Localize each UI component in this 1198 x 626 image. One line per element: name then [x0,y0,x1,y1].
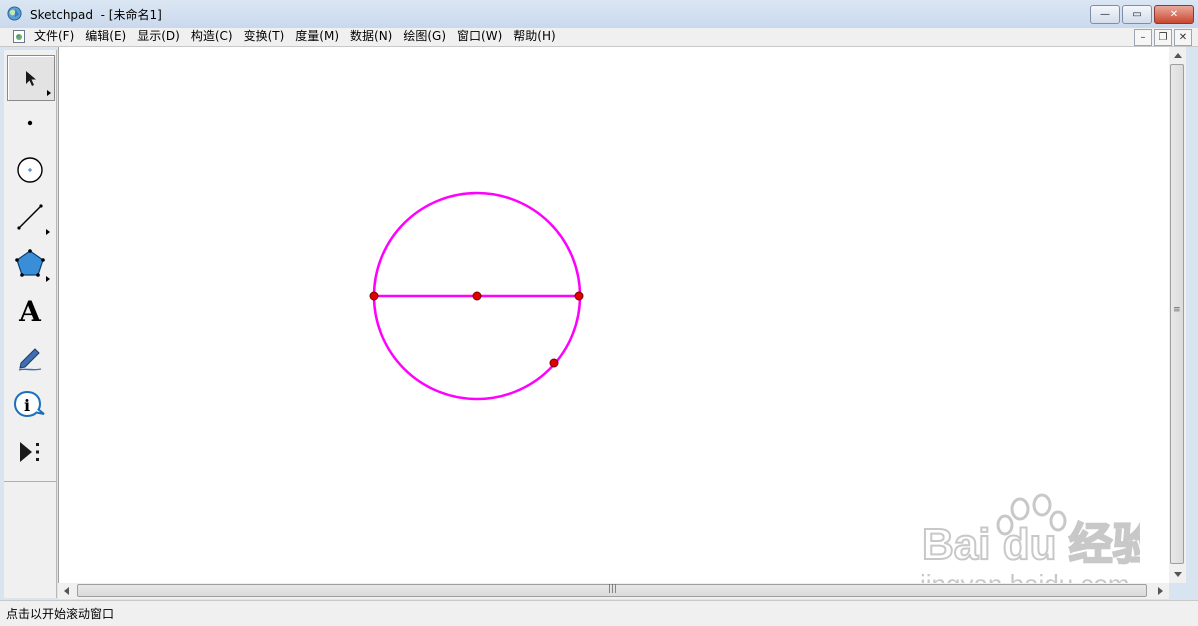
horizontal-scrollbar[interactable]: ||| [58,583,1169,599]
menu-window[interactable]: 窗口(W) [457,29,502,44]
scroll-up-icon[interactable] [1174,53,1182,58]
text-tool[interactable]: A [7,289,53,333]
arrow-tool[interactable] [7,55,55,101]
watermark-brand: Bai du 经验 [922,520,1140,569]
custom-tool-icon [20,442,39,462]
document-icon[interactable] [13,30,25,43]
menu-bar: 文件(F) 编辑(E) 显示(D) 构造(C) 变换(T) 度量(M) 数据(N… [0,28,1198,47]
endpoint-right[interactable] [574,291,584,301]
submenu-indicator-icon [47,90,51,96]
grip-icon: ||| [608,584,618,594]
straightedge-tool-icon [17,204,43,230]
window-title: Sketchpad - [未命名1] [30,8,162,22]
marker-tool-icon [18,348,42,371]
menu-file[interactable]: 文件(F) [34,29,74,44]
status-text: 点击以开始滚动窗口 [6,607,115,621]
toolbox: A i [4,50,57,598]
point-tool-icon [27,120,33,126]
scroll-left-icon[interactable] [64,587,69,595]
arrow-tool-icon [26,71,36,86]
menu-construct[interactable]: 构造(C) [191,29,233,44]
close-button[interactable]: ✕ [1154,5,1194,24]
minimize-button[interactable]: — [1090,5,1120,24]
doc-restore-button[interactable]: ❐ [1154,29,1172,46]
status-bar: 点击以开始滚动窗口 [0,600,1198,626]
point-tool[interactable] [7,101,53,145]
toolbox-divider [4,481,56,482]
scroll-down-icon[interactable] [1174,572,1182,577]
polygon-tool[interactable] [7,242,53,286]
menu-measure[interactable]: 度量(M) [295,29,339,44]
information-tool-icon: i [13,390,45,418]
straightedge-tool[interactable] [7,195,53,239]
compass-tool-icon [17,157,43,183]
compass-tool[interactable] [7,148,53,192]
vertical-scroll-thumb[interactable]: ≡ [1170,64,1184,564]
center-point[interactable] [472,291,482,301]
sketchpad-app-icon [7,6,22,21]
horizontal-scroll-thumb[interactable]: ||| [77,584,1147,597]
menu-edit[interactable]: 编辑(E) [85,29,126,44]
menu-help[interactable]: 帮助(H) [513,29,555,44]
vertical-scrollbar[interactable]: ≡ [1169,47,1186,583]
text-tool-icon: A [19,294,41,328]
menu-transform[interactable]: 变换(T) [244,29,285,44]
endpoint-left[interactable] [369,291,379,301]
polygon-tool-icon [15,249,45,277]
information-tool[interactable]: i [7,383,53,427]
title-bar: Sketchpad - [未命名1] — ▭ ✕ [0,0,1198,28]
restore-button[interactable]: ▭ [1122,5,1152,24]
menu-graph[interactable]: 绘图(G) [403,29,446,44]
marker-tool[interactable] [7,336,53,380]
scroll-right-icon[interactable] [1158,587,1163,595]
doc-close-button[interactable]: ✕ [1174,29,1192,46]
submenu-indicator-icon [46,276,50,282]
info-glyph: i [24,396,30,415]
submenu-indicator-icon [46,229,50,235]
grip-icon: ≡ [1173,305,1181,315]
menu-data[interactable]: 数据(N) [350,29,392,44]
doc-minimize-button[interactable]: – [1134,29,1152,46]
point-on-circle[interactable] [549,358,559,368]
menu-display[interactable]: 显示(D) [137,29,180,44]
custom-tool[interactable] [7,430,53,474]
